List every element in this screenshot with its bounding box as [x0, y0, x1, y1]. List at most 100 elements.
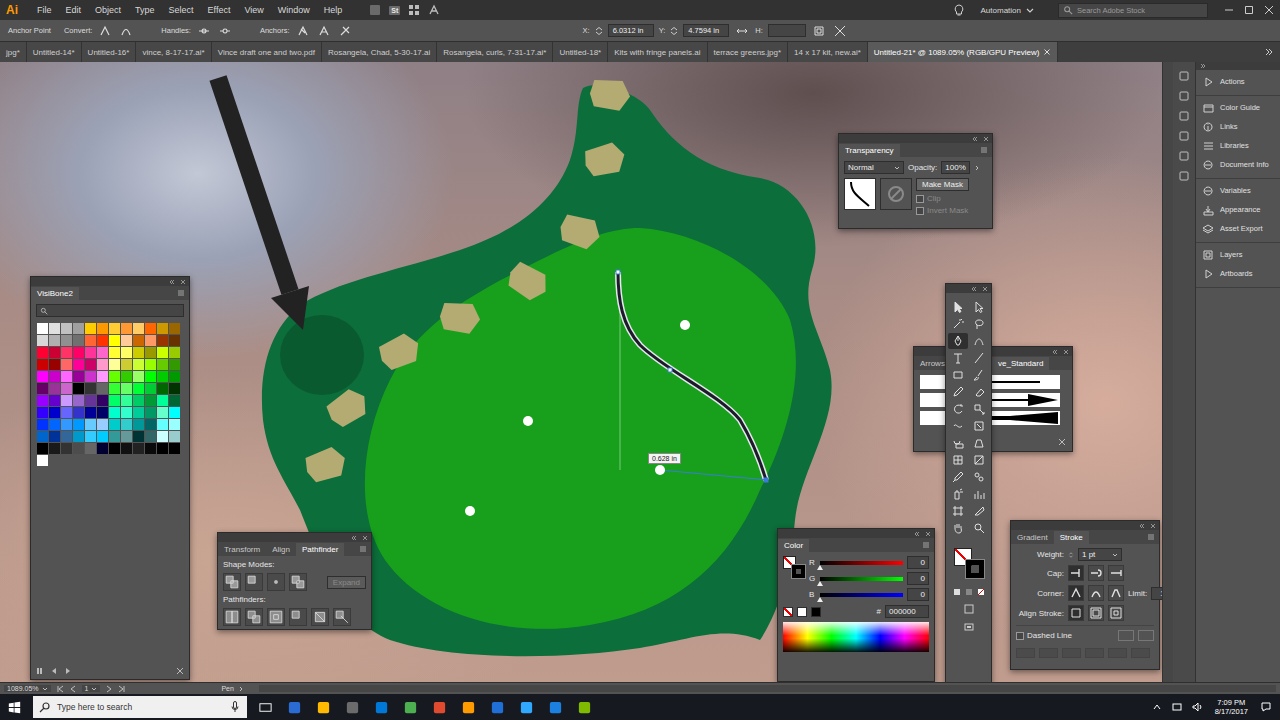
anchor-point[interactable]	[764, 478, 768, 482]
swatch[interactable]	[157, 335, 168, 346]
panel-icon[interactable]	[1178, 170, 1190, 182]
swatch[interactable]	[73, 407, 84, 418]
swatch[interactable]	[49, 419, 60, 430]
shape-mode-icon[interactable]	[245, 573, 263, 591]
swatch[interactable]	[121, 335, 132, 346]
panel-tab[interactable]: Pathfinder	[296, 543, 344, 556]
tool-button[interactable]	[969, 469, 989, 485]
swatch[interactable]	[73, 395, 84, 406]
swatch[interactable]	[49, 431, 60, 442]
swatch[interactable]	[145, 359, 156, 370]
swatch[interactable]	[61, 407, 72, 418]
fringe-panel[interactable]	[303, 444, 349, 483]
horizontal-scrollbar[interactable]	[259, 685, 1276, 692]
hole-marker[interactable]	[680, 320, 690, 330]
pathfinder-icon[interactable]	[267, 608, 285, 626]
swatch[interactable]	[61, 371, 72, 382]
swatch[interactable]	[145, 407, 156, 418]
transform-icon[interactable]	[813, 25, 825, 37]
swatch[interactable]	[169, 371, 180, 382]
tool-button[interactable]	[969, 520, 989, 536]
swatch[interactable]	[121, 407, 132, 418]
align-option-icon[interactable]	[1088, 605, 1104, 621]
swatch[interactable]	[121, 347, 132, 358]
swatch[interactable]	[121, 383, 132, 394]
previous-artboard-icon[interactable]	[69, 685, 77, 693]
panel-header[interactable]	[31, 277, 189, 286]
document-tab[interactable]: Rosangela, Chad, 5-30-17.ai	[322, 42, 437, 62]
next-icon[interactable]	[64, 667, 72, 675]
dash-gap-field[interactable]	[1062, 648, 1081, 658]
isolate-icon[interactable]	[834, 25, 846, 37]
swatch[interactable]	[109, 323, 120, 334]
swatch[interactable]	[145, 323, 156, 334]
swatch[interactable]	[109, 335, 120, 346]
swatch[interactable]	[37, 395, 48, 406]
pathfinder-icon[interactable]	[333, 608, 351, 626]
swatch[interactable]	[85, 335, 96, 346]
more-tabs-icon[interactable]	[1264, 47, 1274, 57]
fringe-panel[interactable]	[583, 141, 628, 177]
connect-anchors-icon[interactable]	[318, 25, 330, 37]
swatch[interactable]	[73, 347, 84, 358]
swatch[interactable]	[157, 359, 168, 370]
current-tool[interactable]: Pen	[221, 685, 243, 692]
fringe-panel[interactable]	[323, 384, 373, 430]
dark-patch[interactable]	[280, 315, 364, 395]
document-tab[interactable]: Rosangela, curls, 7-31-17.ai*	[437, 42, 553, 62]
tool-button[interactable]	[948, 469, 968, 485]
swatch[interactable]	[85, 371, 96, 382]
pathfinder-icon[interactable]	[289, 608, 307, 626]
panel-tab[interactable]: VisiBone2	[31, 287, 79, 300]
taskbar-app-icon[interactable]	[403, 700, 418, 715]
swatch[interactable]	[73, 359, 84, 370]
add-swatches-icon[interactable]	[176, 667, 184, 675]
swatch[interactable]	[157, 395, 168, 406]
tool-button[interactable]	[969, 401, 989, 417]
swatch[interactable]	[169, 383, 180, 394]
swatch[interactable]	[121, 371, 132, 382]
panel-icon[interactable]	[1178, 90, 1190, 102]
swatch[interactable]	[85, 419, 96, 430]
swatch[interactable]	[109, 347, 120, 358]
swatch[interactable]	[133, 383, 144, 394]
swatch[interactable]	[109, 359, 120, 370]
spinner-icon[interactable]	[670, 27, 678, 35]
swatch[interactable]	[109, 431, 120, 442]
last-artboard-icon[interactable]	[118, 685, 126, 693]
make-mask-button[interactable]: Make Mask	[916, 178, 969, 191]
stroke-swatch[interactable]	[792, 565, 805, 578]
panel-icon[interactable]	[1178, 70, 1190, 82]
swatch[interactable]	[61, 323, 72, 334]
menu-item[interactable]: Edit	[59, 5, 89, 15]
swatch[interactable]	[49, 359, 60, 370]
swatch[interactable]	[85, 383, 96, 394]
canvas[interactable]: 0.628 inTransparencyNormalOpacity:100%Ma…	[0, 62, 1162, 682]
document-tab[interactable]: vince, 8-17-17.ai*	[136, 42, 211, 62]
swatch[interactable]	[97, 371, 108, 382]
workspace-switcher[interactable]: Automation	[981, 6, 1034, 15]
minimize-icon[interactable]	[1224, 5, 1234, 15]
anchor-point[interactable]	[668, 368, 672, 372]
swatch[interactable]	[133, 419, 144, 430]
swatch[interactable]	[133, 431, 144, 442]
swatch[interactable]	[85, 347, 96, 358]
swatch[interactable]	[97, 383, 108, 394]
tool-button[interactable]	[948, 384, 968, 400]
collapse-icon[interactable]	[914, 531, 920, 537]
swatch[interactable]	[145, 443, 156, 454]
swatch[interactable]	[97, 347, 108, 358]
swatch[interactable]	[61, 431, 72, 442]
dash-gap-field[interactable]	[1085, 648, 1104, 658]
swatch[interactable]	[85, 359, 96, 370]
close-icon[interactable]	[1264, 5, 1274, 15]
swatch[interactable]	[37, 371, 48, 382]
task-view-icon[interactable]	[258, 700, 273, 715]
close-icon[interactable]	[982, 286, 988, 292]
swatch[interactable]	[145, 347, 156, 358]
restore-icon[interactable]	[1244, 5, 1254, 15]
tool-button[interactable]	[969, 384, 989, 400]
none-mode-icon[interactable]	[977, 588, 985, 596]
taskbar-app-icon[interactable]	[461, 700, 476, 715]
panel-icon[interactable]	[1178, 150, 1190, 162]
